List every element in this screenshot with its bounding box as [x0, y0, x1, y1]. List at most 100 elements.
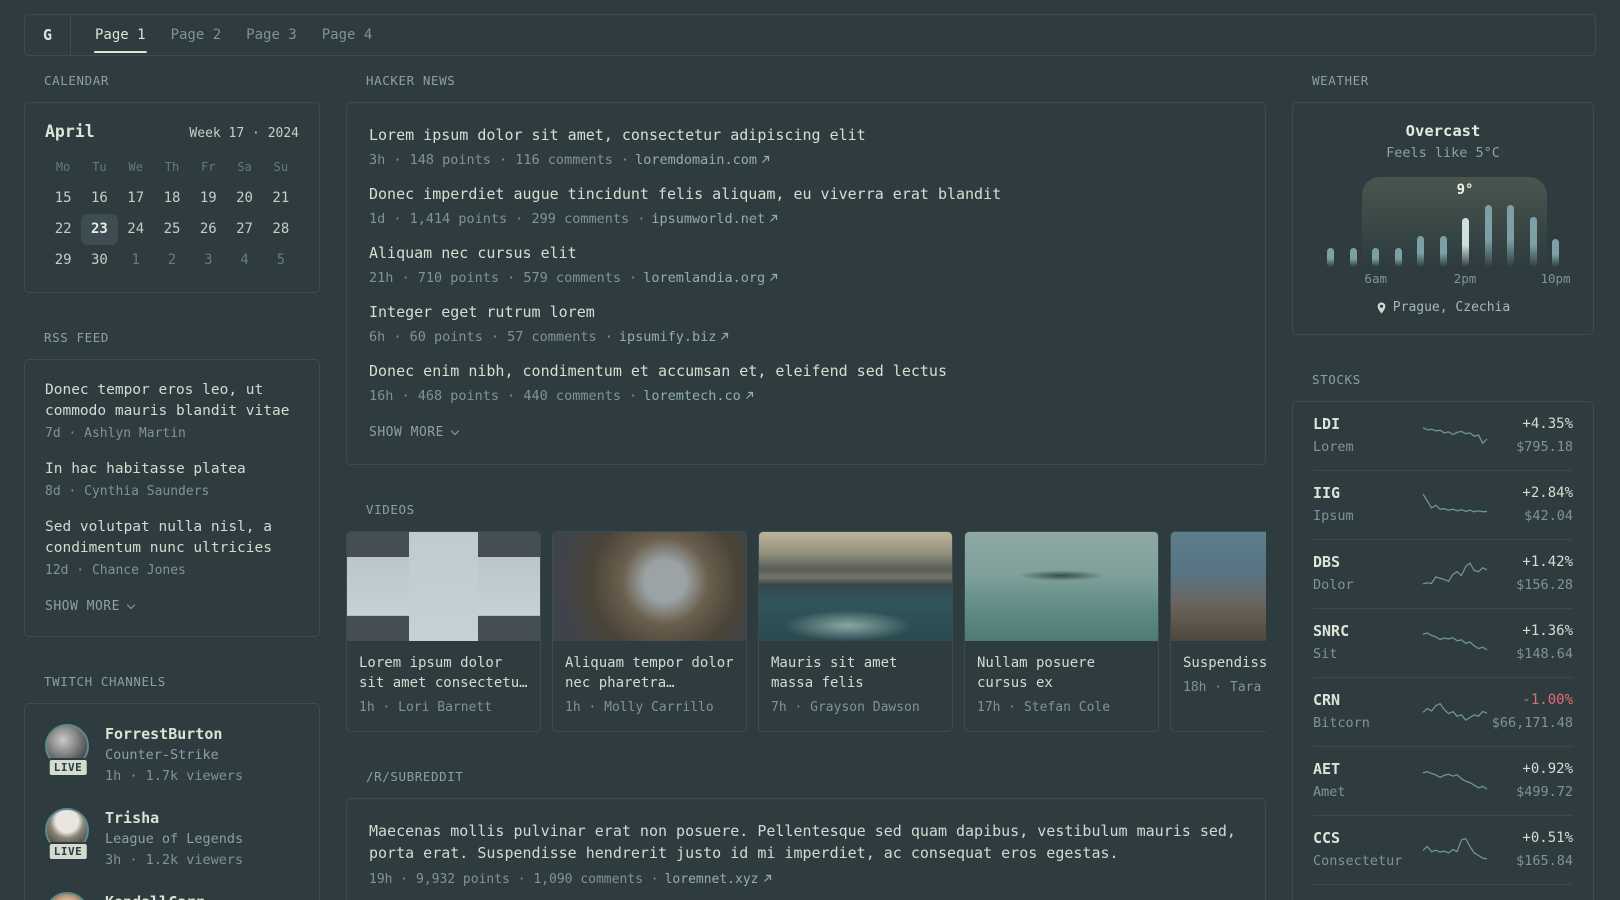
stock-row[interactable]: CCS Consectetur +0.51% $165.84 — [1313, 815, 1573, 884]
calendar-day: 25 — [163, 221, 181, 237]
chevron-down-icon — [450, 426, 460, 436]
hn-item-title[interactable]: Aliquam nec cursus elit — [369, 243, 1243, 264]
weather-bar — [1372, 248, 1379, 267]
channel-avatar — [45, 892, 89, 900]
stock-change: +4.35% — [1522, 416, 1573, 432]
logo[interactable]: G — [25, 15, 71, 55]
twitch-channel-row[interactable]: LIVE ForrestBurton Counter-Strike 1h · 1… — [45, 724, 299, 786]
stock-row[interactable]: AHS +0.46% — [1313, 884, 1573, 900]
stock-sparkline — [1422, 427, 1488, 445]
hn-item: Lorem ipsum dolor sit amet, consectetur … — [369, 125, 1243, 170]
hn-item-title[interactable]: Donec enim nibh, condimentum et accumsan… — [369, 361, 1243, 382]
tab-label: Page 4 — [321, 27, 373, 43]
tab-label: Page 1 — [95, 27, 146, 43]
stock-name: Bitcorn — [1313, 715, 1370, 731]
hn-section-label: HACKER NEWS — [366, 73, 456, 88]
tab-page-2[interactable]: Page 2 — [170, 15, 223, 55]
video-card[interactable]: Suspendisse diam 18h · Tara — [1170, 531, 1266, 732]
hour-label: 10pm — [1540, 271, 1571, 286]
weather-feels-like: Feels like 5°C — [1386, 145, 1500, 161]
external-link-icon — [770, 214, 778, 222]
video-card[interactable]: Mauris sit amet massa felis 7h · Grayson… — [758, 531, 953, 732]
twitch-panel: LIVE ForrestBurton Counter-Strike 1h · 1… — [24, 703, 320, 900]
stock-row[interactable]: SNRC Sit +1.36% $148.64 — [1313, 608, 1573, 677]
stock-sparkline — [1422, 632, 1488, 651]
rss-panel: Donec tempor eros leo, ut commodo mauris… — [24, 359, 320, 637]
hn-item-domain[interactable]: loremtech.co — [643, 388, 754, 404]
video-card[interactable]: Lorem ipsum dolor sit amet consectetu… 1… — [346, 531, 541, 732]
reddit-post-domain[interactable]: loremnet.xyz — [665, 872, 772, 887]
stock-name: Sit — [1313, 646, 1338, 662]
twitch-channel-row[interactable]: LIVE Trisha League of Legends 3h · 1.2k … — [45, 808, 299, 870]
video-card[interactable]: Aliquam tempor dolor nec pharetra… 1h · … — [552, 531, 747, 732]
twitch-channel-row[interactable]: KendallCarr — [45, 892, 299, 900]
rss-item-title[interactable]: Donec tempor eros leo, ut commodo mauris… — [45, 380, 299, 422]
video-title[interactable]: Mauris sit amet massa felis — [771, 653, 940, 693]
channel-name[interactable]: KendallCarr — [105, 892, 204, 900]
left-column: CALENDAR April Week 17 · 2024 Mo Tu We T… — [24, 74, 320, 900]
hn-show-more-button[interactable]: SHOW MORE — [369, 424, 1243, 442]
chevron-down-icon — [126, 600, 136, 610]
tab-page-4[interactable]: Page 4 — [321, 15, 374, 55]
hn-item-domain[interactable]: loremlandia.org — [643, 270, 778, 286]
tab-page-1[interactable]: Page 1 — [94, 15, 147, 55]
calendar-panel: April Week 17 · 2024 Mo Tu We Th Fr Sa S… — [24, 102, 320, 293]
hn-item-title[interactable]: Donec imperdiet augue tincidunt felis al… — [369, 184, 1243, 205]
hn-item-meta: 21h · 710 points · 579 comments · loremla… — [369, 269, 1243, 288]
stock-name: Ipsum — [1313, 508, 1354, 524]
hn-item-domain[interactable]: ipsumworld.net — [651, 211, 778, 227]
hn-item-title[interactable]: Lorem ipsum dolor sit amet, consectetur … — [369, 125, 1243, 146]
rss-item-title[interactable]: Sed volutpat nulla nisl, a condimentum n… — [45, 517, 299, 559]
subreddit-panel: Maecenas mollis pulvinar erat non posuer… — [346, 798, 1266, 900]
video-title[interactable]: Suspendisse diam — [1183, 653, 1266, 673]
external-link-icon — [745, 391, 753, 399]
reddit-post-title[interactable]: Maecenas mollis pulvinar erat non posuer… — [369, 821, 1243, 864]
hn-item-domain[interactable]: loremdomain.com — [635, 152, 770, 168]
stock-ticker: SNRC — [1313, 622, 1350, 640]
day-header: Su — [273, 160, 289, 174]
video-title[interactable]: Aliquam tempor dolor nec pharetra… — [565, 653, 734, 693]
hn-panel: Lorem ipsum dolor sit amet, consectetur … — [346, 102, 1266, 465]
weather-bar — [1394, 248, 1402, 267]
videos-section-label: VIDEOS — [366, 502, 415, 517]
stock-row[interactable]: DBS Dolor +1.42% $156.28 — [1313, 539, 1573, 608]
columns: CALENDAR April Week 17 · 2024 Mo Tu We T… — [0, 74, 1620, 900]
video-meta: 1h · Lori Barnett — [359, 700, 493, 715]
live-badge: LIVE — [47, 758, 89, 777]
video-title[interactable]: Lorem ipsum dolor sit amet consectetu… — [359, 653, 528, 693]
stock-sparkline — [1422, 702, 1488, 721]
channel-meta: 1h · 1.7k viewers — [105, 768, 244, 784]
calendar-day: 16 — [90, 190, 108, 206]
hn-item-meta: 1d · 1,414 points · 299 comments · ipsumw… — [369, 210, 1243, 229]
hn-item-domain[interactable]: ipsumify.biz — [619, 329, 730, 345]
stock-name: Dolor — [1313, 577, 1354, 593]
calendar-day: 15 — [54, 190, 72, 206]
stock-row[interactable]: LDI Lorem +4.35% $795.18 — [1313, 402, 1573, 470]
calendar-day: 19 — [199, 190, 217, 206]
calendar-widget: CALENDAR April Week 17 · 2024 Mo Tu We T… — [24, 74, 320, 293]
day-header: We — [128, 160, 143, 174]
stock-row[interactable]: CRN Bitcorn -1.00% $66,171.48 — [1313, 677, 1573, 746]
calendar-day: 30 — [90, 252, 108, 268]
video-card[interactable]: Nullam posuere cursus ex 17h · Stefan Co… — [964, 531, 1159, 732]
video-title[interactable]: Nullam posuere cursus ex — [977, 653, 1146, 693]
stock-row[interactable]: AET Amet +0.92% $499.72 — [1313, 746, 1573, 815]
calendar-day: 21 — [272, 190, 290, 206]
rss-show-more-button[interactable]: SHOW MORE — [45, 598, 299, 616]
rss-item-title[interactable]: In hac habitasse platea — [45, 459, 299, 480]
stock-ticker: CRN — [1313, 691, 1341, 709]
tab-page-3[interactable]: Page 3 — [245, 15, 298, 55]
hour-label: 6am — [1364, 271, 1388, 286]
page-tabs: Page 1 Page 2 Page 3 Page 4 — [71, 15, 373, 55]
stock-row[interactable]: IIG Ipsum +2.84% $42.04 — [1313, 470, 1573, 539]
channel-name[interactable]: Trisha — [105, 808, 243, 828]
rss-item: Donec tempor eros leo, ut commodo mauris… — [45, 380, 299, 443]
stock-price: $66,171.48 — [1491, 715, 1573, 731]
channel-name[interactable]: ForrestBurton — [105, 724, 243, 744]
weather-bars — [1327, 205, 1559, 267]
stock-ticker: CCS — [1313, 829, 1341, 847]
rss-item: In hac habitasse platea 8d · Cynthia Sau… — [45, 459, 299, 501]
hn-item-title[interactable]: Integer eget rutrum lorem — [369, 302, 1243, 323]
stock-name: Lorem — [1313, 439, 1354, 455]
weather-bar — [1327, 248, 1334, 267]
